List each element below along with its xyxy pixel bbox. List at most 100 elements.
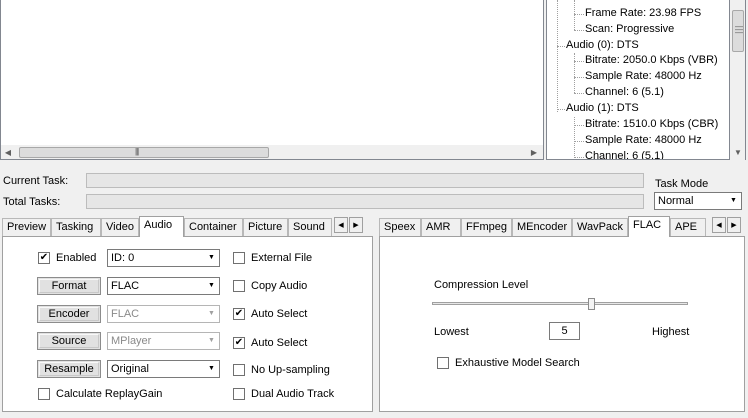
scrollbar-thumb[interactable]: — — — bbox=[732, 10, 744, 52]
tab-container[interactable]: Container bbox=[184, 218, 243, 236]
check-icon: ✔ bbox=[39, 252, 49, 263]
copy-audio-label: Copy Audio bbox=[251, 280, 308, 292]
auto-select-encoder-label: Auto Select bbox=[251, 308, 308, 320]
tree-node[interactable]: Sample Rate: 48000 Hz bbox=[585, 134, 702, 146]
chevron-down-icon: ▼ bbox=[204, 333, 219, 349]
tab-audio[interactable]: Audio bbox=[139, 216, 184, 237]
replaygain-checkbox[interactable] bbox=[38, 388, 50, 400]
no-upsampling-label: No Up-sampling bbox=[251, 364, 330, 376]
enabled-checkbox[interactable]: ✔ bbox=[38, 252, 50, 264]
chevron-down-icon[interactable]: ▼ bbox=[726, 193, 741, 209]
auto-select-source-checkbox[interactable]: ✔ bbox=[233, 337, 245, 349]
source-select: MPlayer ▼ bbox=[107, 332, 220, 350]
tree-node[interactable]: Frame Rate: 23.98 FPS bbox=[585, 7, 701, 19]
tree-line bbox=[574, 30, 584, 31]
tab-scroll-right-icon[interactable]: ▶ bbox=[349, 217, 363, 233]
format-select[interactable]: FLAC ▼ bbox=[107, 277, 220, 295]
encoder-tab-bar: Speex AMR FFmpeg MEncoder WavPack FLAC A… bbox=[379, 216, 746, 237]
task-mode-select[interactable]: Normal ▼ bbox=[654, 192, 742, 210]
chevron-down-icon[interactable]: ▼ bbox=[204, 361, 219, 377]
tab-scroll-left-icon[interactable]: ◀ bbox=[334, 217, 348, 233]
scrollbar-thumb[interactable]: ||| bbox=[19, 147, 269, 158]
tree-node-audio-1[interactable]: Audio (1): DTS bbox=[566, 102, 639, 114]
tree-line bbox=[574, 141, 584, 142]
chevron-down-icon: ▼ bbox=[204, 306, 219, 322]
check-icon: ✔ bbox=[234, 337, 244, 348]
tree-node[interactable]: Channel: 6 (5.1) bbox=[585, 86, 664, 98]
external-file-label: External File bbox=[251, 252, 313, 264]
dual-audio-checkbox[interactable] bbox=[233, 388, 245, 400]
tree-node[interactable]: Sample Rate: 48000 Hz bbox=[585, 70, 702, 82]
tree-line bbox=[574, 77, 584, 78]
scroll-down-icon[interactable]: ▼ bbox=[731, 145, 745, 159]
tree-node[interactable]: Channel: 6 (5.1) bbox=[585, 150, 664, 159]
dual-audio-label: Dual Audio Track bbox=[251, 388, 335, 400]
chevron-down-icon[interactable]: ▼ bbox=[204, 250, 219, 266]
tree-line bbox=[574, 53, 575, 93]
highest-label: Highest bbox=[652, 326, 690, 338]
exhaustive-search-checkbox[interactable] bbox=[437, 357, 449, 369]
source-button[interactable]: Source bbox=[37, 332, 101, 350]
grip-icon: — — — bbox=[735, 22, 743, 37]
tree-line bbox=[557, 46, 565, 47]
tab-preview[interactable]: Preview bbox=[2, 218, 51, 236]
exhaustive-search-label: Exhaustive Model Search bbox=[455, 357, 580, 369]
tab-speex[interactable]: Speex bbox=[379, 218, 421, 236]
tree-line bbox=[574, 0, 575, 30]
tab-video[interactable]: Video bbox=[101, 218, 139, 236]
tree-line bbox=[557, 109, 565, 110]
tab-scroll-left-icon[interactable]: ◀ bbox=[712, 217, 726, 233]
tab-picture[interactable]: Picture bbox=[243, 218, 288, 236]
tree-line bbox=[574, 61, 584, 62]
resample-value: Original bbox=[111, 363, 149, 375]
resample-select[interactable]: Original ▼ bbox=[107, 360, 220, 378]
tab-mencoder[interactable]: MEncoder bbox=[512, 218, 572, 236]
tab-wavpack[interactable]: WavPack bbox=[572, 218, 628, 236]
auto-select-encoder-checkbox[interactable]: ✔ bbox=[233, 308, 245, 320]
tree-node[interactable]: Bitrate: 1510.0 Kbps (CBR) bbox=[585, 118, 718, 130]
tree-vertical-scrollbar[interactable]: — — — ▼ bbox=[730, 0, 746, 160]
chevron-down-icon[interactable]: ▼ bbox=[204, 278, 219, 294]
tree-line bbox=[574, 117, 575, 159]
tab-flac[interactable]: FLAC bbox=[628, 216, 670, 237]
tab-ape[interactable]: APE bbox=[670, 218, 706, 236]
log-output-area[interactable] bbox=[0, 0, 544, 160]
compression-slider-track[interactable] bbox=[432, 302, 688, 305]
tab-scroll-right-icon[interactable]: ▶ bbox=[727, 217, 741, 233]
log-horizontal-scrollbar[interactable]: ◀ ||| ▶ bbox=[1, 145, 543, 159]
total-tasks-progress bbox=[86, 194, 644, 209]
scroll-right-icon[interactable]: ▶ bbox=[527, 145, 541, 159]
replaygain-label: Calculate ReplayGain bbox=[56, 388, 163, 400]
encoder-value: FLAC bbox=[111, 308, 140, 320]
compression-level-field[interactable]: 5 bbox=[549, 322, 580, 340]
task-mode-label: Task Mode bbox=[655, 178, 709, 190]
current-task-label: Current Task: bbox=[3, 175, 69, 187]
source-value: MPlayer bbox=[111, 335, 152, 347]
scroll-left-icon[interactable]: ◀ bbox=[1, 145, 15, 159]
format-button[interactable]: Format bbox=[37, 277, 101, 295]
copy-audio-checkbox[interactable] bbox=[233, 280, 245, 292]
compression-slider-thumb[interactable] bbox=[588, 298, 595, 310]
media-info-tree[interactable]: Frame Rate: 23.98 FPS Scan: Progressive … bbox=[546, 0, 730, 160]
audio-track-value: ID: 0 bbox=[111, 252, 135, 264]
tree-line bbox=[574, 125, 584, 126]
check-icon: ✔ bbox=[234, 308, 244, 319]
enabled-label: Enabled bbox=[56, 252, 97, 264]
tab-amr[interactable]: AMR bbox=[421, 218, 461, 236]
audio-track-select[interactable]: ID: 0 ▼ bbox=[107, 249, 220, 267]
tree-node[interactable]: Scan: Progressive bbox=[585, 23, 674, 35]
tree-node-audio-0[interactable]: Audio (0): DTS bbox=[566, 39, 639, 51]
encoder-button[interactable]: Encoder bbox=[37, 305, 101, 323]
tab-ffmpeg[interactable]: FFmpeg bbox=[461, 218, 512, 236]
tab-tasking[interactable]: Tasking bbox=[51, 218, 101, 236]
resample-button[interactable]: Resample bbox=[37, 360, 101, 378]
external-file-checkbox[interactable] bbox=[233, 252, 245, 264]
tree-node[interactable]: Bitrate: 2050.0 Kbps (VBR) bbox=[585, 54, 718, 66]
tree-line bbox=[557, 0, 558, 112]
lowest-label: Lowest bbox=[434, 326, 469, 338]
auto-select-source-label: Auto Select bbox=[251, 337, 308, 349]
tree-line bbox=[574, 14, 584, 15]
tab-sound[interactable]: Sound bbox=[288, 218, 332, 236]
settings-tab-bar: Preview Tasking Video Audio Container Pi… bbox=[2, 216, 374, 237]
no-upsampling-checkbox[interactable] bbox=[233, 364, 245, 376]
